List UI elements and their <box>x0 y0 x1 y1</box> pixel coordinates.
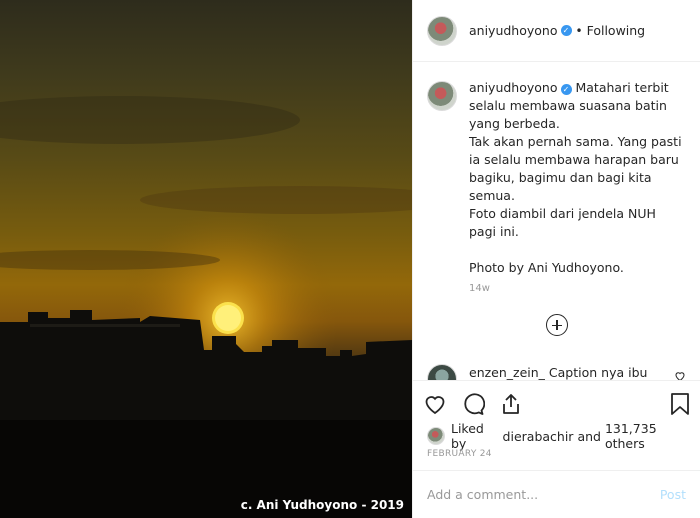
avatar[interactable] <box>427 427 445 445</box>
heart-icon[interactable] <box>674 370 686 381</box>
comment-username[interactable]: enzen_zein_ <box>469 365 545 380</box>
post-side-panel: aniyudhoyono ✓ • Following aniyudhoyono ✓… <box>412 0 700 518</box>
photo-credit: c. Ani Yudhoyono - 2019 <box>240 498 404 512</box>
likes-count[interactable]: 131,735 others <box>605 421 692 451</box>
avatar[interactable] <box>427 364 457 380</box>
caption-time[interactable]: 14w <box>469 283 700 294</box>
post-photo[interactable]: c. Ani Yudhoyono - 2019 <box>0 0 412 518</box>
comment-input[interactable] <box>427 487 660 502</box>
post-button[interactable]: Post <box>660 487 686 502</box>
heart-icon[interactable] <box>423 392 447 416</box>
likes-and: and <box>577 428 601 444</box>
caption-username[interactable]: aniyudhoyono <box>469 80 558 95</box>
share-icon[interactable] <box>499 392 523 416</box>
separator-dot: • <box>575 23 583 38</box>
avatar[interactable] <box>427 81 457 111</box>
sunrise-image <box>0 96 412 518</box>
following-button[interactable]: Following <box>587 23 646 38</box>
likes-prefix: Liked by <box>451 421 484 451</box>
comment-item: enzen_zein_ Caption nya ibu matahari nya… <box>413 364 700 381</box>
likes-summary: Liked by dierabachir and 131,735 others <box>427 421 692 451</box>
avatar[interactable] <box>427 15 457 46</box>
post-header: aniyudhoyono ✓ • Following <box>413 0 700 62</box>
comments-section[interactable]: aniyudhoyono ✓ Matahari terbit selalu mem… <box>413 63 700 381</box>
verified-icon: ✓ <box>560 25 572 36</box>
comment-icon[interactable] <box>461 392 485 416</box>
post-date[interactable]: FEBRUARY 24 <box>427 449 492 459</box>
comment-text-block: enzen_zein_ Caption nya ibu matahari nya… <box>469 364 668 380</box>
verified-icon: ✓ <box>560 84 572 95</box>
header-username[interactable]: aniyudhoyono <box>469 23 558 38</box>
bookmark-icon[interactable] <box>670 392 690 416</box>
caption-text: Matahari terbit selalu membawa suasana b… <box>469 80 682 275</box>
add-comment-bar: Post <box>413 470 700 518</box>
post-caption: aniyudhoyono ✓ Matahari terbit selalu mem… <box>413 63 700 277</box>
add-comments-icon[interactable] <box>545 314 568 336</box>
caption-text-block: aniyudhoyono ✓ Matahari terbit selalu mem… <box>469 79 686 277</box>
liker-username[interactable]: dierabachir <box>503 429 574 444</box>
action-bar <box>423 389 690 419</box>
